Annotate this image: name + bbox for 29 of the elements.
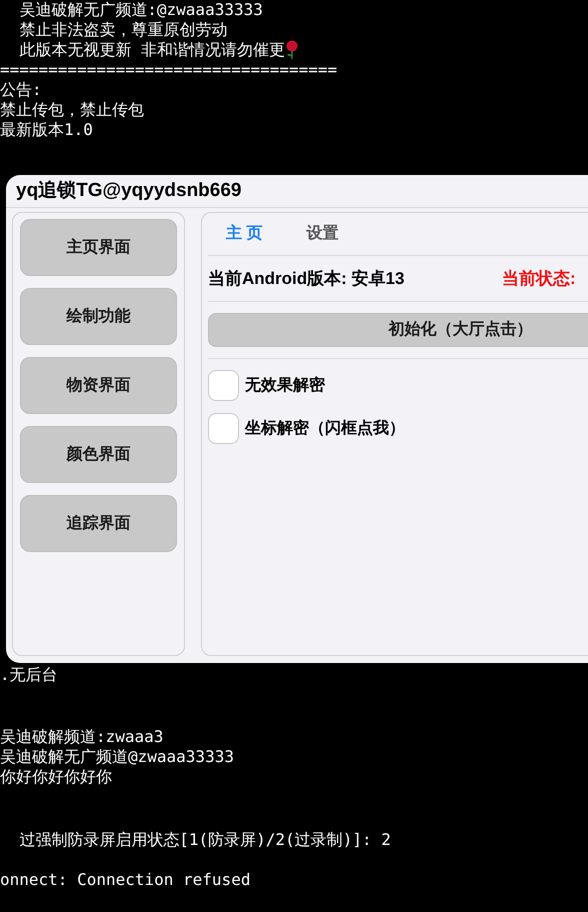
terminal-line: 吴迪破解无广频道:@zwaaa33333 (18, 0, 263, 20)
android-version-label: 当前Android版本: 安卓13 (208, 268, 406, 290)
checkbox[interactable] (208, 370, 239, 401)
checkbox[interactable] (208, 413, 239, 444)
terminal-line: 吴迪破解频道:zwaaa3 (0, 727, 164, 747)
terminal-line: =================================== (0, 60, 338, 80)
terminal-line: onnect: Connection refused (0, 870, 250, 890)
sidebar-button[interactable]: 追踪界面 (20, 495, 177, 552)
tab[interactable]: 设置 (306, 222, 338, 246)
status-label: 当前状态: (502, 268, 576, 290)
terminal-line: 吴迪破解无广频道@zwaaa33333 (0, 747, 234, 767)
terminal-line: 过强制防录屏启用状态[1(防录屏)/2(过录制)]: 2 (18, 830, 391, 850)
window-title: yq追锁TG@yqyydsnb669 (16, 178, 242, 203)
checkbox-label: 无效果解密 (245, 375, 325, 396)
init-button[interactable]: 初始化（大厅点击） (208, 313, 588, 347)
sidebar-button[interactable]: 绘制功能 (20, 288, 177, 345)
terminal-line: .无后台 (0, 665, 58, 685)
terminal-line: 最新版本1.0 (0, 120, 93, 140)
sidebar-button[interactable]: 物资界面 (20, 357, 177, 414)
terminal-line: 你好你好你好你 (0, 767, 112, 787)
terminal-line: 公告: (0, 80, 42, 100)
terminal-line: 禁止非法盗卖，尊重原创劳动 (18, 20, 228, 40)
sidebar-button[interactable]: 主页界面 (20, 219, 177, 276)
sidebar-button[interactable]: 颜色界面 (20, 426, 177, 483)
tab[interactable]: 主 页 (226, 222, 262, 246)
terminal-line: 此版本无视更新 非和谐情况请勿催更 (18, 40, 285, 60)
checkbox-label: 坐标解密（闪框点我） (245, 418, 405, 438)
rose-icon (284, 40, 299, 60)
terminal-line: 禁止传包，禁止传包 (0, 100, 144, 120)
